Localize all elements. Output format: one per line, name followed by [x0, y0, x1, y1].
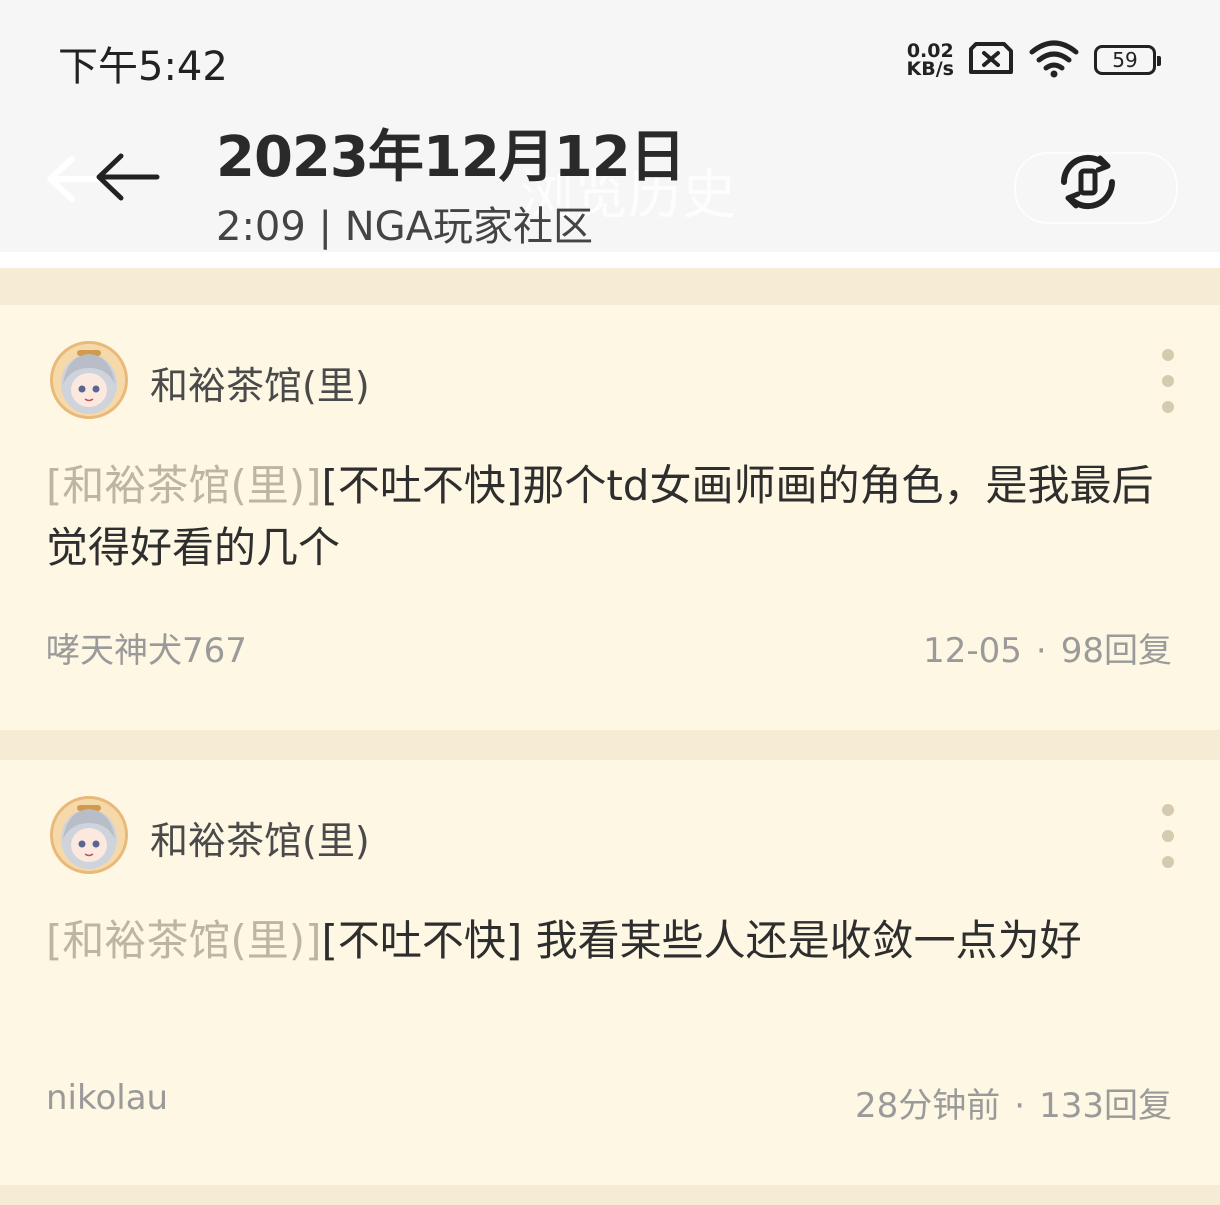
page-subtitle: 2:09 | NGA玩家社区 [216, 204, 594, 250]
status-time: 下午5:42 [58, 44, 228, 90]
app-header: 下午5:42 0.02 KB/s 59 浏览历史 2023年12月12日 2:0… [0, 0, 1220, 252]
post-date: 28分钟前 [855, 1086, 1001, 1126]
post-author[interactable]: nikolau [46, 1078, 168, 1118]
more-options-button[interactable] [1156, 804, 1180, 868]
battery-icon: 59 [1094, 45, 1161, 75]
back-button[interactable] [86, 148, 166, 210]
reply-count: 133回复 [1039, 1086, 1172, 1126]
reply-count: 98回复 [1060, 631, 1172, 671]
net-speed-unit: KB/s [906, 58, 954, 80]
post-title[interactable]: [和裕茶馆(里)][不吐不快]那个td女画师画的角色，是我最后觉得好看的几个 [46, 455, 1176, 579]
page-title: 2023年12月12日 [216, 125, 686, 190]
forum-tag: [和裕茶馆(里)] [46, 461, 322, 510]
post-author[interactable]: 哮天神犬767 [46, 623, 247, 672]
forum-avatar[interactable] [50, 796, 128, 874]
post-meta: 28分钟前 · 133回复 [855, 1078, 1172, 1127]
meta-separator: · [1035, 631, 1047, 671]
post-title-text: [不吐不快] 我看某些人还是收敛一点为好 [321, 916, 1082, 965]
wifi-icon [1028, 38, 1080, 82]
forum-tag: [和裕茶馆(里)] [46, 916, 322, 965]
header-divider [0, 252, 1220, 268]
rotate-screen-button[interactable] [1050, 144, 1126, 220]
more-dot-icon [1162, 349, 1174, 361]
more-dot-icon [1162, 375, 1174, 387]
meta-separator: · [1014, 1086, 1026, 1126]
back-arrow-icon [91, 152, 161, 206]
more-dot-icon [1162, 856, 1174, 868]
post-title[interactable]: [和裕茶馆(里)][不吐不快] 我看某些人还是收敛一点为好 [46, 910, 1176, 972]
forum-name[interactable]: 和裕茶馆(里) [150, 355, 370, 410]
forum-name[interactable]: 和裕茶馆(里) [150, 810, 370, 865]
net-speed: 0.02 KB/s [906, 42, 954, 80]
more-dot-icon [1162, 401, 1174, 413]
post-date: 12-05 [923, 631, 1022, 671]
status-icons: 0.02 KB/s 59 [906, 36, 1161, 84]
more-options-button[interactable] [1156, 349, 1180, 413]
more-dot-icon [1162, 830, 1174, 842]
more-dot-icon [1162, 804, 1174, 816]
battery-level: 59 [1112, 48, 1138, 72]
post-card[interactable]: 和裕茶馆(里) [和裕茶馆(里)][不吐不快]那个td女画师画的角色，是我最后觉… [0, 305, 1220, 730]
post-card[interactable]: 和裕茶馆(里) [和裕茶馆(里)][不吐不快] 我看某些人还是收敛一点为好 ni… [0, 760, 1220, 1185]
rotate-screen-icon [1050, 154, 1126, 224]
sim-off-icon [968, 41, 1014, 79]
post-meta: 12-05 · 98回复 [923, 623, 1172, 672]
forum-avatar[interactable] [50, 341, 128, 419]
